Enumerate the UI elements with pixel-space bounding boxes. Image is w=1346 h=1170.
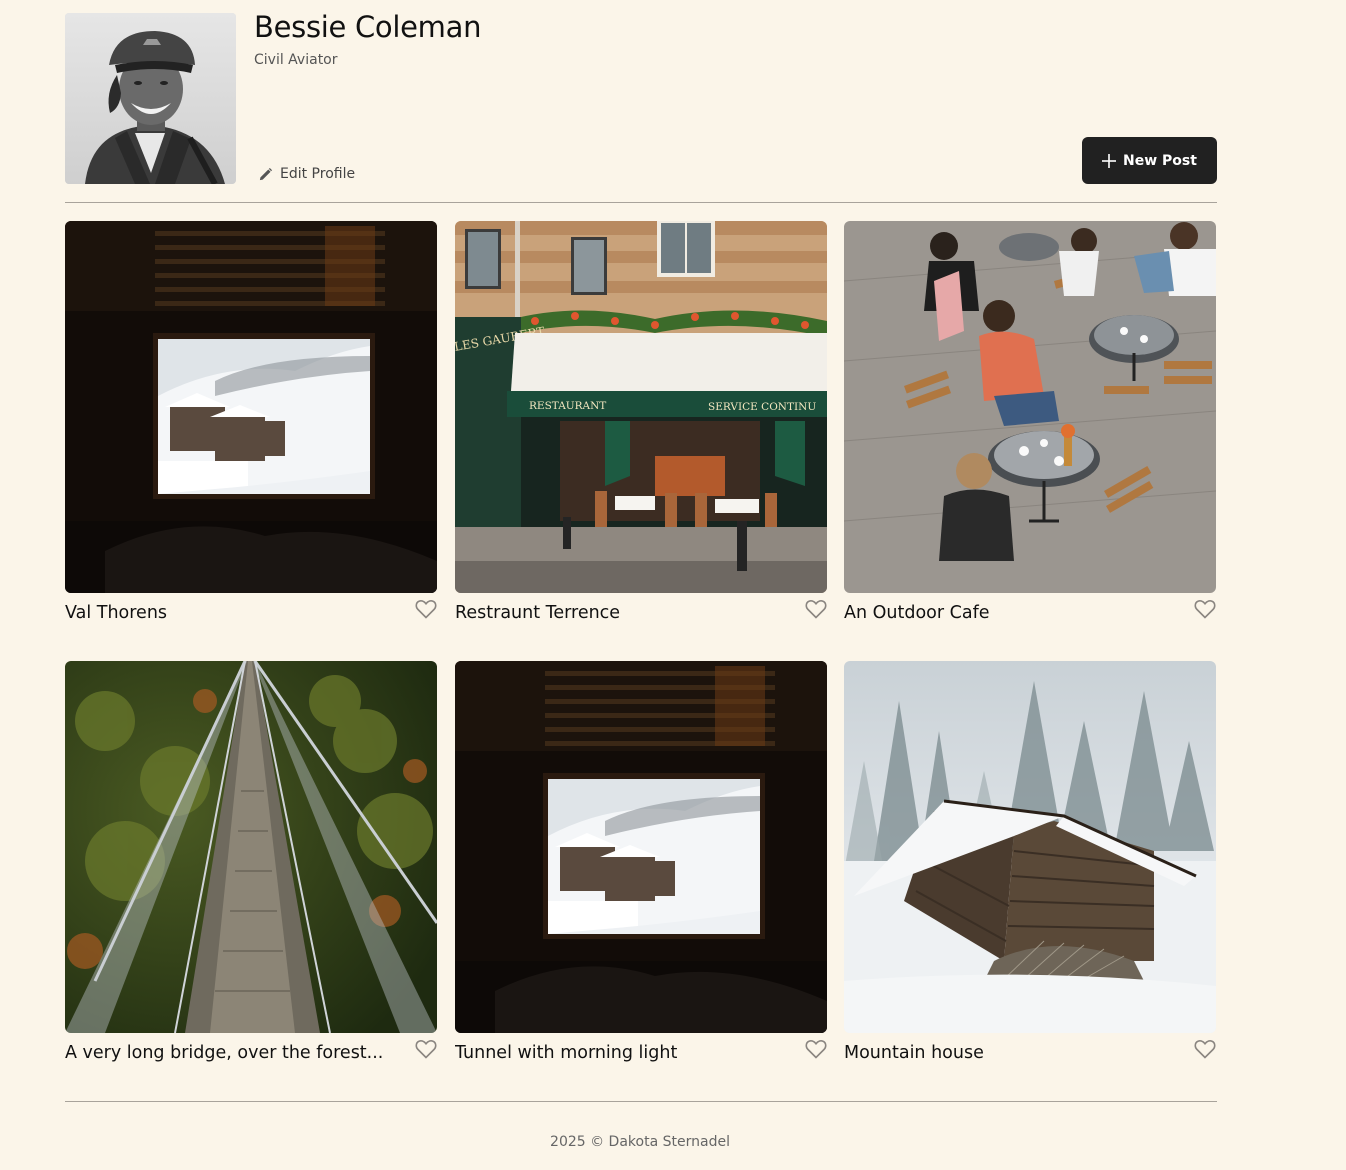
- post-title: An Outdoor Cafe: [844, 603, 990, 623]
- post-card-footer: An Outdoor Cafe: [844, 599, 1216, 629]
- post-title: A very long bridge, over the forest...: [65, 1043, 384, 1063]
- profile-avatar: [65, 13, 236, 184]
- header-divider: [65, 202, 1217, 203]
- snowy-wooden-cabin-image: [844, 661, 1216, 1033]
- post-image[interactable]: [65, 221, 437, 593]
- outdoor-cafe-image: [844, 221, 1216, 593]
- pencil-icon: [259, 167, 273, 180]
- heart-icon: [805, 1040, 827, 1059]
- edit-profile-label: Edit Profile: [280, 166, 356, 182]
- edit-profile-button[interactable]: Edit Profile: [258, 166, 355, 182]
- profile-name: Bessie Coleman: [254, 10, 482, 44]
- plus-icon: [1102, 153, 1117, 168]
- post-image[interactable]: [455, 661, 827, 1033]
- suspension-bridge-forest-image: [65, 661, 437, 1033]
- heart-icon: [1194, 1040, 1216, 1059]
- copyright-text: 2025 © Dakota Sternadel: [550, 1134, 730, 1150]
- like-button[interactable]: [805, 599, 827, 619]
- restaurant-storefront-image: LES GAUBERT RESTAURANT SERVICE CONTINU: [455, 221, 827, 593]
- post-title: Mountain house: [844, 1043, 984, 1063]
- footer-divider: [65, 1101, 1217, 1102]
- post-card-footer: Restraunt Terrence: [455, 599, 827, 629]
- post-card-footer: A very long bridge, over the forest...: [65, 1039, 437, 1069]
- new-post-label: New Post: [1123, 152, 1197, 169]
- post-card-footer: Mountain house: [844, 1039, 1216, 1069]
- like-button[interactable]: [805, 1039, 827, 1059]
- like-button[interactable]: [415, 599, 437, 619]
- heart-icon: [1194, 600, 1216, 619]
- like-button[interactable]: [1194, 599, 1216, 619]
- post-card: Tunnel with morning light: [455, 661, 827, 1071]
- like-button[interactable]: [1194, 1039, 1216, 1059]
- post-image[interactable]: [65, 661, 437, 1033]
- post-card-footer: Tunnel with morning light: [455, 1039, 827, 1069]
- post-card-footer: Val Thorens: [65, 599, 437, 629]
- window-snowy-resort-image: [65, 221, 437, 593]
- post-image[interactable]: [844, 661, 1216, 1033]
- like-button[interactable]: [415, 1039, 437, 1059]
- post-card: An Outdoor Cafe: [844, 221, 1216, 631]
- profile-page: Bessie Coleman Civil Aviator Edit Profil…: [0, 0, 1346, 1170]
- profile-title: Civil Aviator: [254, 52, 338, 68]
- post-title: Tunnel with morning light: [455, 1043, 678, 1063]
- avatar-photo: [65, 13, 236, 184]
- window-snowy-resort-image: [455, 661, 827, 1033]
- profile-section: Bessie Coleman Civil Aviator Edit Profil…: [65, 13, 1217, 184]
- new-post-button[interactable]: New Post: [1082, 137, 1217, 184]
- heart-icon: [805, 600, 827, 619]
- post-image[interactable]: [844, 221, 1216, 593]
- post-card: LES GAUBERT RESTAURANT SERVICE CONTINU R…: [455, 221, 827, 631]
- post-card: A very long bridge, over the forest...: [65, 661, 437, 1071]
- storefront-sign-right: SERVICE CONTINU: [708, 401, 816, 413]
- heart-icon: [415, 1040, 437, 1059]
- storefront-sign-left: RESTAURANT: [529, 400, 606, 412]
- post-card: Val Thorens: [65, 221, 437, 631]
- post-title: Val Thorens: [65, 603, 168, 623]
- heart-icon: [415, 600, 437, 619]
- post-title: Restraunt Terrence: [455, 603, 621, 623]
- post-card: Mountain house: [844, 661, 1216, 1071]
- post-image[interactable]: LES GAUBERT RESTAURANT SERVICE CONTINU: [455, 221, 827, 593]
